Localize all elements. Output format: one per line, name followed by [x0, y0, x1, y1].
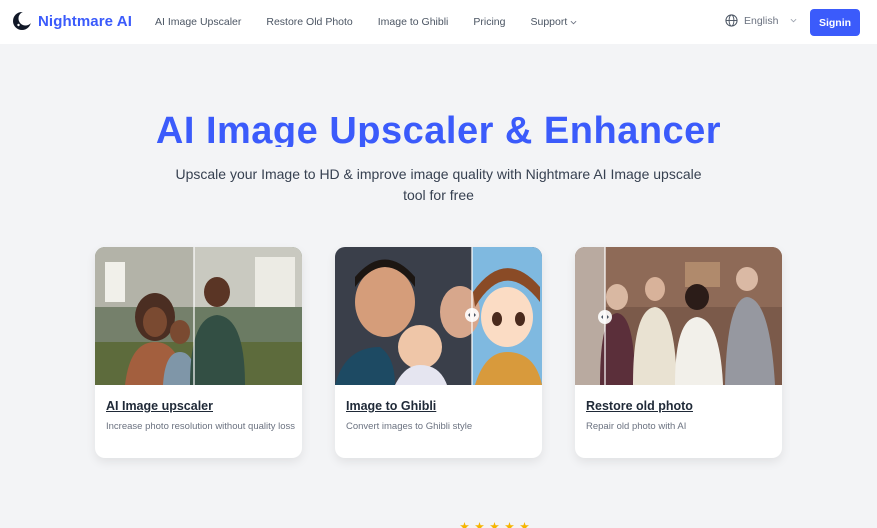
globe-icon	[725, 14, 738, 27]
star-icon	[460, 522, 469, 528]
nav-restore-old-photo[interactable]: Restore Old Photo	[266, 16, 352, 28]
star-icon	[490, 522, 499, 528]
main-nav: AI Image Upscaler Restore Old Photo Imag…	[155, 0, 602, 44]
signin-button[interactable]: Signin	[810, 9, 860, 36]
card-description: Increase photo resolution without qualit…	[106, 421, 296, 432]
moon-logo-icon	[13, 11, 32, 30]
nav-image-to-ghibli[interactable]: Image to Ghibli	[378, 16, 449, 28]
nav-pricing[interactable]: Pricing	[473, 16, 505, 28]
card-title[interactable]: Restore old photo	[586, 399, 693, 413]
card-title[interactable]: AI Image upscaler	[106, 399, 213, 413]
card-description: Repair old photo with AI	[586, 421, 687, 432]
ghibli-preview-image	[335, 247, 542, 385]
hero-subtitle: Upscale your Image to HD & improve image…	[175, 166, 702, 203]
nav-support[interactable]: Support	[531, 16, 578, 28]
restore-preview-image	[575, 247, 782, 385]
hero-title: AI Image Upscaler & Enhancer	[155, 110, 722, 147]
nav-support-label: Support	[530, 16, 568, 28]
nav-ai-image-upscaler[interactable]: AI Image Upscaler	[155, 16, 241, 28]
star-icon	[505, 522, 514, 528]
brand-logo[interactable]: Nightmare AI	[12, 11, 132, 31]
card-image-to-ghibli[interactable]: Image to Ghibli Convert images to Ghibli…	[335, 247, 542, 458]
chevron-down-icon	[570, 20, 577, 24]
compare-slider-icon[interactable]	[465, 308, 479, 322]
card-ai-image-upscaler[interactable]: AI Image upscaler Increase photo resolut…	[95, 247, 302, 458]
rating-stars	[460, 522, 529, 528]
language-label: English	[744, 14, 779, 27]
card-restore-old-photo[interactable]: Restore old photo Repair old photo with …	[575, 247, 782, 458]
top-nav-bar: Nightmare AI AI Image Upscaler Restore O…	[0, 0, 877, 44]
star-icon	[520, 522, 529, 528]
chevron-down-icon	[791, 18, 797, 23]
card-description: Convert images to Ghibli style	[346, 421, 473, 432]
upscaler-preview-image	[95, 247, 302, 385]
language-selector[interactable]: English	[725, 14, 797, 27]
star-icon	[475, 522, 484, 528]
brand-name: Nightmare AI	[38, 12, 132, 30]
compare-slider-icon[interactable]	[598, 310, 612, 324]
card-title[interactable]: Image to Ghibli	[346, 399, 436, 413]
